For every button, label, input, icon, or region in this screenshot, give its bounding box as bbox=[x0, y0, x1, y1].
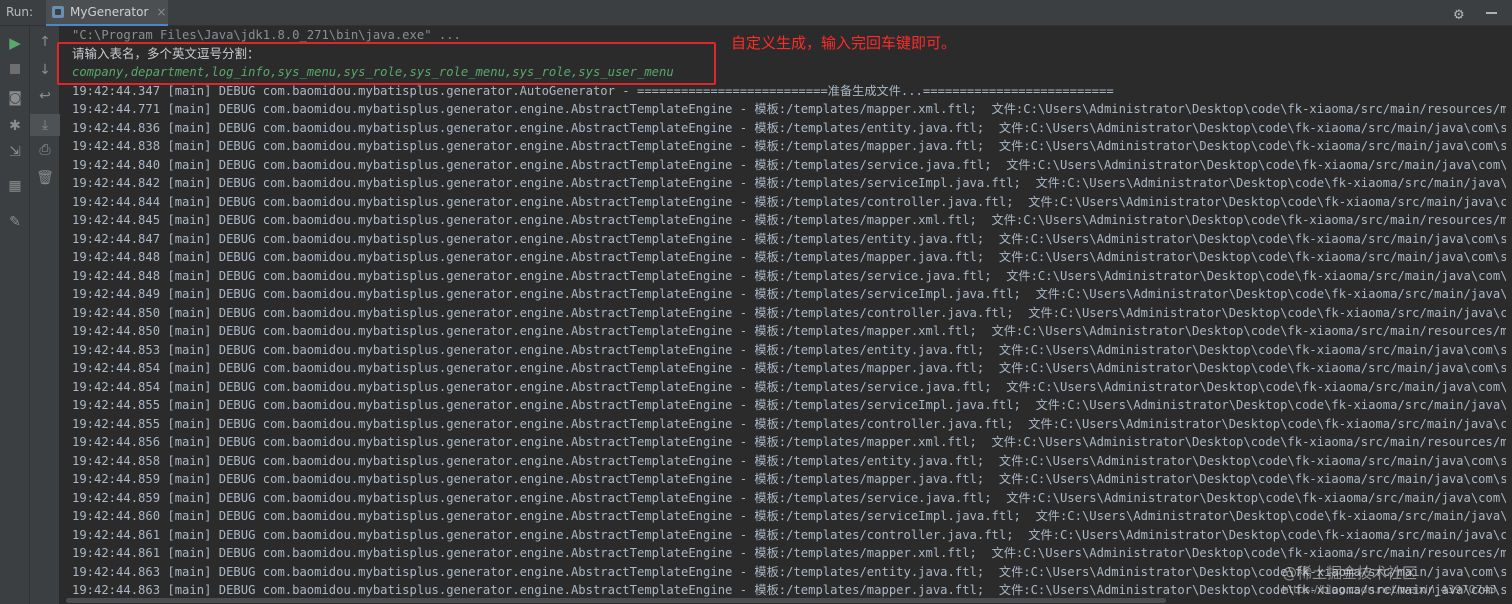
pin-icon[interactable]: ✎ bbox=[0, 214, 30, 230]
horizontal-scrollbar[interactable] bbox=[66, 597, 1506, 604]
layout-icon[interactable]: ▦ bbox=[0, 178, 30, 194]
log-line: 19:42:44.771 [main] DEBUG com.baomidou.m… bbox=[72, 102, 1506, 116]
play-icon[interactable]: ▶ bbox=[0, 34, 30, 52]
arrow-down-icon[interactable]: ↓ bbox=[30, 62, 60, 78]
log-line: 19:42:44.860 [main] DEBUG com.baomidou.m… bbox=[72, 509, 1506, 523]
log-line: 19:42:44.848 [main] DEBUG com.baomidou.m… bbox=[72, 250, 1506, 264]
vertical-scrollbar[interactable] bbox=[1506, 26, 1512, 604]
highlight-box bbox=[57, 42, 716, 85]
log-line: 19:42:44.854 [main] DEBUG com.baomidou.m… bbox=[72, 379, 1506, 394]
log-line: 19:42:44.861 [main] DEBUG com.baomidou.m… bbox=[72, 527, 1506, 542]
tab-mygenerator[interactable]: MyGenerator × bbox=[46, 0, 168, 26]
run-label: Run: bbox=[6, 5, 34, 19]
log-line: 19:42:44.859 [main] DEBUG com.baomidou.m… bbox=[72, 490, 1506, 505]
annotation-text: 自定义生成，输入完回车键即可。 bbox=[731, 34, 957, 52]
log-line: 19:42:44.836 [main] DEBUG com.baomidou.m… bbox=[72, 120, 1506, 135]
log-line: 19:42:44.850 [main] DEBUG com.baomidou.m… bbox=[72, 324, 1506, 338]
soft-wrap-icon[interactable]: ↩ bbox=[30, 88, 60, 104]
run-actions-toolbar: ▶ ◙ ✱ ⇲ ▦ ✎ bbox=[0, 26, 30, 604]
bug-icon[interactable]: ✱ bbox=[0, 118, 30, 134]
log-line: 19:42:44.850 [main] DEBUG com.baomidou.m… bbox=[72, 305, 1506, 320]
close-icon[interactable]: × bbox=[156, 5, 166, 19]
stop-icon[interactable] bbox=[0, 62, 30, 78]
log-line: 19:42:44.845 [main] DEBUG com.baomidou.m… bbox=[72, 213, 1506, 227]
console-lines: "C:\Program Files\Java\jdk1.8.0_271\bin\… bbox=[72, 26, 1506, 600]
log-line: 19:42:44.858 [main] DEBUG com.baomidou.m… bbox=[72, 453, 1506, 468]
watermark-text: @稀土掘金技术社区 bbox=[1282, 564, 1418, 582]
log-line: 19:42:44.847 [main] DEBUG com.baomidou.m… bbox=[72, 231, 1506, 246]
console-output[interactable]: "C:\Program Files\Java\jdk1.8.0_271\bin\… bbox=[66, 26, 1506, 604]
log-line: 19:42:44.849 [main] DEBUG com.baomidou.m… bbox=[72, 287, 1506, 301]
log-line: 19:42:44.859 [main] DEBUG com.baomidou.m… bbox=[72, 472, 1506, 486]
scroll-to-end-icon[interactable]: ⤓ bbox=[30, 114, 60, 136]
run-toolbar-header: Run: MyGenerator × ⚙ bbox=[0, 0, 1512, 26]
print-icon[interactable]: ⎙ bbox=[30, 142, 60, 158]
exit-icon[interactable]: ⇲ bbox=[0, 144, 30, 160]
log-lines: 19:42:44.347 [main] DEBUG com.baomidou.m… bbox=[72, 82, 1506, 600]
log-line: 19:42:44.861 [main] DEBUG com.baomidou.m… bbox=[72, 546, 1506, 560]
log-line: 19:42:44.856 [main] DEBUG com.baomidou.m… bbox=[72, 435, 1506, 449]
log-line: 19:42:44.842 [main] DEBUG com.baomidou.m… bbox=[72, 176, 1506, 190]
log-line: 19:42:44.840 [main] DEBUG com.baomidou.m… bbox=[72, 157, 1506, 172]
log-line: 19:42:44.853 [main] DEBUG com.baomidou.m… bbox=[72, 342, 1506, 357]
log-line: 19:42:44.848 [main] DEBUG com.baomidou.m… bbox=[72, 268, 1506, 283]
gear-icon[interactable]: ⚙ bbox=[1454, 4, 1464, 23]
horizontal-scrollbar-thumb[interactable] bbox=[66, 598, 1166, 603]
application-icon bbox=[52, 6, 64, 18]
minimize-icon[interactable] bbox=[1486, 12, 1497, 14]
console-actions-toolbar: ↑ ↓ ↩ ⤓ ⎙ 🗑 bbox=[30, 26, 60, 604]
trash-icon[interactable]: 🗑 bbox=[30, 170, 60, 186]
log-line: 19:42:44.854 [main] DEBUG com.baomidou.m… bbox=[72, 361, 1506, 375]
log-line: 19:42:44.855 [main] DEBUG com.baomidou.m… bbox=[72, 416, 1506, 431]
tab-title: MyGenerator bbox=[70, 5, 149, 19]
arrow-up-icon[interactable]: ↑ bbox=[30, 34, 60, 50]
log-line: 19:42:44.844 [main] DEBUG com.baomidou.m… bbox=[72, 194, 1506, 209]
watermark-url: https://blog.csdn.net/weixin_43970743 bbox=[1282, 583, 1497, 596]
log-line: 19:42:44.838 [main] DEBUG com.baomidou.m… bbox=[72, 139, 1506, 153]
camera-icon[interactable]: ◙ bbox=[0, 90, 30, 106]
log-line: 19:42:44.855 [main] DEBUG com.baomidou.m… bbox=[72, 398, 1506, 412]
